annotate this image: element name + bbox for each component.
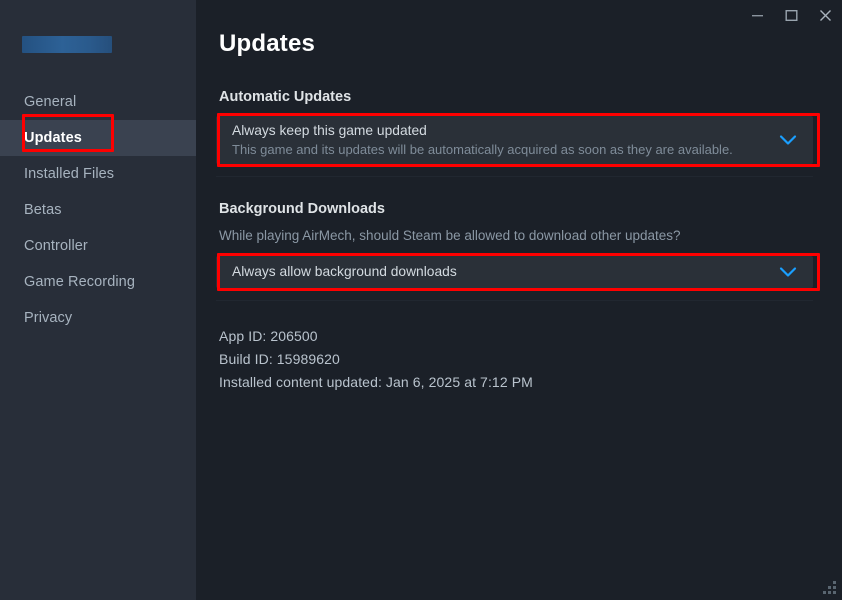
automatic-updates-label: Automatic Updates [219, 89, 352, 105]
installed-content-updated-text: Installed content updated: Jan 6, 2025 a… [219, 374, 533, 390]
minimize-icon [751, 14, 763, 16]
sidebar-item-label: Installed Files [24, 166, 115, 182]
close-button[interactable] [808, 0, 842, 30]
sidebar-item-updates[interactable]: Updates [0, 120, 196, 156]
close-icon [819, 9, 831, 21]
page-title: Updates [219, 30, 316, 57]
sidebar-item-installed-files[interactable]: Installed Files [0, 156, 196, 192]
app-id-text: App ID: 206500 [219, 328, 318, 344]
background-downloads-description: While playing AirMech, should Steam be a… [219, 228, 681, 243]
resize-grip[interactable] [822, 580, 836, 594]
window-body: General Updates Installed Files Betas Co… [0, 0, 842, 600]
background-downloads-divider [216, 300, 813, 301]
automatic-updates-divider [216, 176, 813, 177]
background-downloads-dropdown[interactable]: Always allow background downloads [216, 256, 813, 288]
background-downloads-label: Background Downloads [219, 201, 385, 217]
chevron-down-icon [779, 134, 797, 146]
automatic-updates-selected-description: This game and its updates will be automa… [232, 141, 733, 157]
background-downloads-selected-option: Always allow background downloads [232, 264, 457, 279]
sidebar-item-controller[interactable]: Controller [0, 228, 196, 264]
sidebar: General Updates Installed Files Betas Co… [0, 0, 196, 600]
maximize-icon [785, 9, 798, 21]
sidebar-item-label: Game Recording [24, 274, 136, 290]
chevron-down-icon [779, 266, 797, 278]
sidebar-item-general[interactable]: General [0, 84, 196, 120]
steam-game-properties-window: General Updates Installed Files Betas Co… [0, 0, 842, 600]
automatic-updates-selected-option: Always keep this game updated [232, 122, 427, 138]
sidebar-item-label: Controller [24, 238, 88, 254]
sidebar-item-privacy[interactable]: Privacy [0, 300, 196, 336]
minimize-button[interactable] [740, 0, 774, 30]
title-bar [196, 0, 842, 34]
background-downloads-dropdown-text: Always allow background downloads [232, 263, 457, 281]
sidebar-item-label: General [24, 94, 77, 110]
main-content: Updates Automatic Updates Always keep th… [196, 0, 842, 600]
automatic-updates-dropdown[interactable]: Always keep this game updated This game … [216, 116, 813, 164]
build-id-text: Build ID: 15989620 [219, 351, 340, 367]
sidebar-item-label: Betas [24, 202, 62, 218]
sidebar-nav: General Updates Installed Files Betas Co… [0, 84, 196, 336]
automatic-updates-dropdown-text: Always keep this game updated This game … [232, 122, 733, 159]
sidebar-item-label: Updates [24, 130, 82, 146]
maximize-button[interactable] [774, 0, 808, 30]
game-title-redacted [22, 36, 112, 53]
sidebar-item-game-recording[interactable]: Game Recording [0, 264, 196, 300]
sidebar-item-label: Privacy [24, 310, 73, 326]
sidebar-item-betas[interactable]: Betas [0, 192, 196, 228]
